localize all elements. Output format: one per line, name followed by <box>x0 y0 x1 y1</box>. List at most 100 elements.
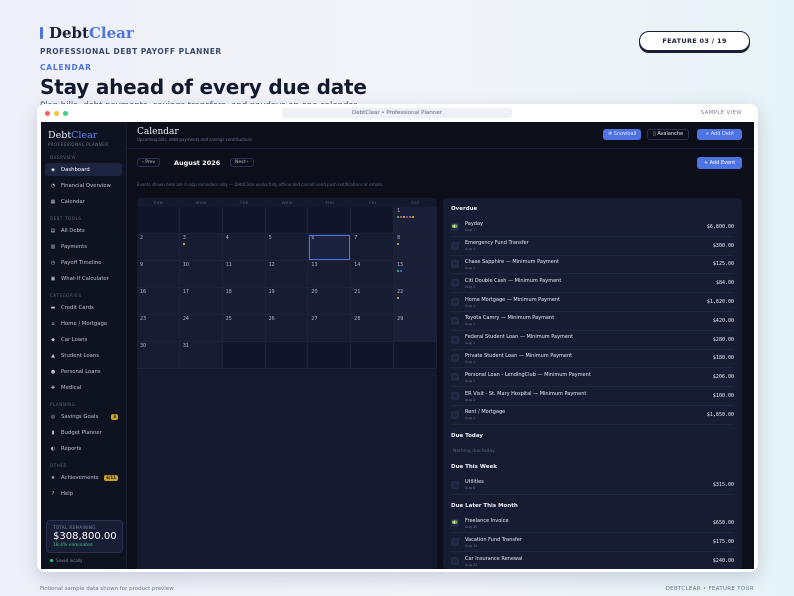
calendar-day[interactable]: 28 <box>351 315 395 342</box>
event-name: Car Insurance Renewal <box>465 555 523 562</box>
calendar-day[interactable]: 19 <box>265 288 309 315</box>
calendar-day[interactable]: 10 <box>179 261 223 288</box>
event-dots <box>397 297 433 299</box>
calendar-day[interactable]: 23 <box>137 315 180 342</box>
calendar-day[interactable]: 16 <box>137 288 180 315</box>
calendar-day[interactable]: 17 <box>179 288 223 315</box>
event-row[interactable]: ▤ Car Insurance Renewal Aug 22 $240.00 <box>451 552 734 569</box>
event-row[interactable]: ▬ Citi Double Cash — Minimum Payment Aug 1… <box>451 274 734 294</box>
sidebar-item-student-loans[interactable]: ▲ Student Loans <box>45 349 122 362</box>
sidebar-item-achievements[interactable]: ★ Achievements 6/11 <box>45 471 122 484</box>
calendar-icon: ▦ <box>50 198 56 205</box>
event-row[interactable]: ▬ ER Visit - St. Mary Hospital — Minimum … <box>451 387 734 406</box>
event-amount: $6,800.00 <box>706 223 734 230</box>
event-dot-icon <box>397 243 400 245</box>
emergency-event-icon: ◎ <box>451 241 459 250</box>
sidebar-item-calendar[interactable]: ▦ Calendar <box>45 195 122 208</box>
event-amount: $240.00 <box>712 558 734 565</box>
sidebar-heading-overview: OVERVIEW <box>50 155 77 160</box>
calendar-day[interactable]: 24 <box>179 315 223 342</box>
calendar-day[interactable]: 31 <box>179 342 223 369</box>
event-row[interactable]: ▬ Home Mortgage — Minimum Payment Aug 1 $1,… <box>451 293 734 312</box>
calendar-day[interactable]: 5 <box>265 234 309 261</box>
calendar-day[interactable]: 14 <box>351 261 395 288</box>
calendar-day[interactable]: 15 <box>394 261 437 288</box>
event-row[interactable]: ▬ Chase Sapphire — Minimum Payment Aug 1 $1… <box>451 256 734 275</box>
prev-month-button[interactable]: ‹ Prev <box>137 158 161 167</box>
toyota-event-icon: ▬ <box>451 316 459 325</box>
calendar-day[interactable]: 9 <box>137 261 180 288</box>
event-row[interactable]: ▬ Toyota Camry — Minimum Payment Aug 1 $420… <box>451 312 734 331</box>
calendar-day[interactable]: 8 <box>394 234 437 261</box>
sidebar-item-label: All Debts <box>61 227 85 234</box>
private-event-icon: ▬ <box>451 354 459 363</box>
sidebar-item-all-debts[interactable]: ▤ All Debts <box>45 224 122 237</box>
calendar-day[interactable]: 21 <box>351 288 395 315</box>
calendar-day[interactable]: 27 <box>308 315 352 342</box>
calendar-day[interactable]: 7 <box>351 234 395 261</box>
sidebar-item-car-loans[interactable]: ◆ Car Loans <box>45 333 122 346</box>
calendar-day[interactable]: 11 <box>222 261 266 288</box>
achievements-icon: ★ <box>50 474 56 481</box>
event-row[interactable]: ▬ Personal Loan - LendingClub — Minimum P… <box>451 368 734 388</box>
sidebar-heading-planning: PLANNING <box>50 402 76 407</box>
add-event-button[interactable]: + Add Event <box>697 157 742 169</box>
window-controls[interactable] <box>45 110 68 116</box>
day-number: 27 <box>311 317 318 322</box>
calendar-day[interactable]: 1 <box>394 207 437 234</box>
event-dot-icon <box>397 297 400 299</box>
calendar-day[interactable]: 22 <box>394 288 437 315</box>
event-row[interactable]: ▤ Rent / Mortgage Aug 1 $1,850.00 <box>451 406 734 425</box>
event-row[interactable]: ▬ Federal Student Loan — Minimum Payment A… <box>451 331 734 350</box>
snowball-button[interactable]: ❄ Snowball <box>603 129 642 140</box>
sidebar-item-budget-planner[interactable]: ▮ Budget Planner <box>45 426 122 439</box>
sidebar-item-home-mortgage[interactable]: ⌂ Home / Mortgage <box>45 317 122 330</box>
citi-event-icon: ▬ <box>451 279 459 288</box>
sidebar-item-personal-loans[interactable]: ● Personal Loans <box>45 365 122 378</box>
event-text: Personal Loan - LendingClub — Minimum Pa… <box>465 372 713 383</box>
calendar-day[interactable]: 29 <box>394 315 437 342</box>
event-date: Aug 1 <box>465 284 476 289</box>
feature-badge: FEATURE 03 / 19 <box>639 31 750 51</box>
personal-event-icon: ▬ <box>451 373 459 382</box>
add-debt-button[interactable]: + Add Debt <box>697 129 742 140</box>
event-row[interactable]: 💵 Freelance Invoice Aug 10 $650.00 <box>451 515 734 534</box>
sidebar-item-help[interactable]: ? Help <box>45 487 122 500</box>
calendar-day[interactable]: 4 <box>222 234 266 261</box>
minimize-dot-icon[interactable] <box>54 110 59 116</box>
event-row[interactable]: 💵 Payday Aug 1 $6,800.00 <box>451 218 734 237</box>
day-number: 31 <box>182 344 189 349</box>
calendar-day[interactable]: 2 <box>137 234 180 261</box>
day-number: 29 <box>397 317 404 322</box>
sidebar-item-label: Medical <box>61 384 82 391</box>
sidebar-item-medical[interactable]: ✚ Medical <box>45 381 122 394</box>
overdue-heading: Overdue <box>451 206 478 212</box>
sidebar-item-label: Savings Goals <box>61 413 99 420</box>
sidebar-item-credit-cards[interactable]: ▬ Credit Cards <box>45 301 122 314</box>
calendar-day[interactable]: 13 <box>308 261 352 288</box>
sidebar-item-savings-goals[interactable]: ◎ Savings Goals 3 <box>45 410 122 423</box>
calendar-day[interactable]: 26 <box>265 315 309 342</box>
payments-icon: ▥ <box>50 243 56 250</box>
event-row[interactable]: ▬ Private Student Loan — Minimum Payment A… <box>451 350 734 369</box>
sidebar-item-reports[interactable]: ◐ Reports <box>45 442 122 455</box>
sidebar-item-payoff-timeline[interactable]: ◷ Payoff Timeline <box>45 256 122 269</box>
event-row[interactable]: ◎ Emergency Fund Transfer Aug 1 $300.00 <box>451 237 734 256</box>
sidebar-item-financial-overview[interactable]: ◔ Financial Overview <box>45 179 122 192</box>
event-row[interactable]: ▤ Utilities Aug 6 $315.00 <box>451 476 734 495</box>
calendar-day[interactable]: 3 <box>179 234 223 261</box>
calendar-day[interactable]: 18 <box>222 288 266 315</box>
sidebar-item-payments[interactable]: ▥ Payments <box>45 240 122 253</box>
sidebar-item-dashboard[interactable]: ◈ Dashboard <box>45 163 122 176</box>
calendar-day[interactable]: 30 <box>137 342 180 369</box>
calendar-day[interactable]: 6 <box>308 234 352 261</box>
event-row[interactable]: ◎ Vacation Fund Transfer Aug 15 $175.00 <box>451 533 734 553</box>
avalanche-button[interactable]: ▯ Avalanche <box>647 129 690 140</box>
sidebar-item-what-if-calculator[interactable]: ▣ What-If Calculator <box>45 272 122 285</box>
calendar-day[interactable]: 25 <box>222 315 266 342</box>
calendar-day[interactable]: 12 <box>265 261 309 288</box>
next-month-button[interactable]: Next › <box>230 158 254 167</box>
calendar-day[interactable]: 20 <box>308 288 352 315</box>
maximize-dot-icon[interactable] <box>63 110 68 116</box>
close-dot-icon[interactable] <box>45 110 50 116</box>
